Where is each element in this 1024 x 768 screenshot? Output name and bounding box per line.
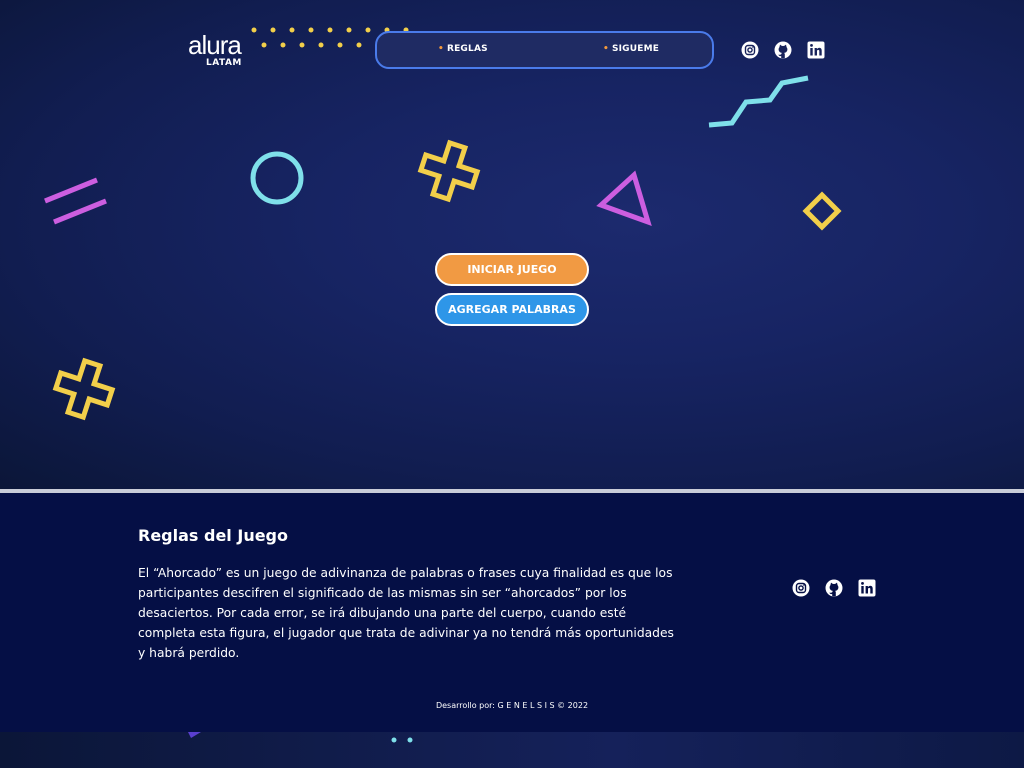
alura-logo[interactable]: alura LATAM [188,30,248,72]
instagram-icon[interactable] [791,578,811,598]
circle-decoration [250,151,304,205]
add-words-button[interactable]: AGREGAR PALABRAS [435,293,589,326]
instagram-icon[interactable] [740,40,760,60]
credit-suffix: © 2022 [557,701,589,710]
linkedin-icon[interactable] [806,40,826,60]
nav-item-reglas[interactable]: • REGLAS [438,44,488,54]
bullet-icon: • [438,44,444,54]
logo-subtitle: LATAM [206,58,242,68]
github-icon[interactable] [824,578,844,598]
rules-title: Reglas del Juego [138,526,288,545]
credit-prefix: Desarrollo por: [435,701,495,710]
footer: Reglas del Juego El “Ahorcado” es un jue… [0,493,1024,732]
zigzag-decoration [708,75,809,128]
credit-line: Desarrollo por: G E N E L S I S © 2022 [0,701,1024,710]
nav-item-label: REGLAS [446,44,488,54]
double-line-decoration [44,177,107,225]
top-nav: • REGLAS • SIGUEME [375,31,714,69]
hero-section: alura LATAM • REGLAS • SIGUEME INICIAR J… [0,0,1024,489]
diamond-decoration [802,191,842,231]
nav-item-sigueme[interactable]: • SIGUEME [603,44,659,54]
dots-decoration [391,737,413,743]
cross-decoration [52,357,116,421]
credit-name: G E N E L S I S [497,701,555,710]
bullet-icon: • [603,44,609,54]
logo-wordmark: alura [188,30,242,60]
bottom-strip [0,732,1024,768]
linkedin-icon[interactable] [857,578,877,598]
rules-text: El “Ahorcado” es un juego de adivinanza … [138,566,674,660]
triangle-decoration [596,170,652,227]
nav-item-label: SIGUEME [611,44,660,54]
start-game-button[interactable]: INICIAR JUEGO [435,253,589,286]
cross-decoration [417,139,481,203]
triangle-decoration [188,732,201,738]
github-icon[interactable] [773,40,793,60]
